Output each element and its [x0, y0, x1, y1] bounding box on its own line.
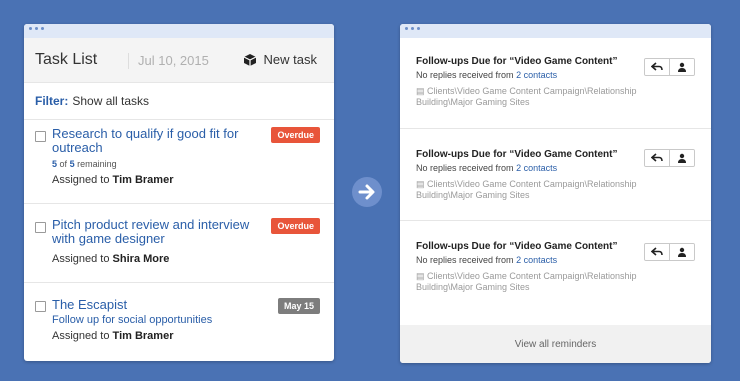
view-all-reminders-button[interactable]: View all reminders [400, 325, 711, 363]
reminder-title: Follow-ups Due for “Video Game Content” [416, 241, 618, 252]
task-remaining: 5 of 5 remaining [52, 159, 117, 169]
date-badge: May 15 [277, 298, 320, 314]
reminder-item: Follow-ups Due for “Video Game Content” … [400, 38, 711, 129]
page-title: Task List [35, 51, 98, 68]
reminder-path: ▤ Clients\Video Game Content Campaign\Re… [416, 86, 637, 107]
folder-icon: ▤ [416, 179, 425, 189]
reminder-title: Follow-ups Due for “Video Game Content” [416, 149, 618, 160]
reminders-panel: Follow-ups Due for “Video Game Content” … [400, 24, 711, 363]
cube-icon [243, 53, 256, 66]
new-task-label: New task [263, 52, 317, 67]
contact-button[interactable] [669, 59, 694, 75]
filter-label: Filter: [35, 94, 69, 108]
arrow-right-icon [352, 177, 382, 207]
reminder-subtitle: No replies received from 2 contacts [416, 255, 558, 265]
reply-icon [651, 247, 663, 256]
reply-button[interactable] [645, 150, 669, 166]
contact-button[interactable] [669, 244, 694, 260]
reply-icon [651, 153, 663, 162]
window-chrome [24, 24, 334, 38]
reminder-item: Follow-ups Due for “Video Game Content” … [400, 221, 711, 325]
task-title[interactable]: Research to qualify if good fit for outr… [52, 127, 262, 155]
list-item: Research to qualify if good fit for outr… [24, 120, 334, 204]
task-assignee: Assigned to Tim Bramer [52, 330, 174, 342]
task-assignee: Assigned to Shira More [52, 253, 170, 265]
contacts-link[interactable]: 2 contacts [516, 255, 557, 265]
contacts-link[interactable]: 2 contacts [516, 163, 557, 173]
task-title[interactable]: Pitch product review and interview with … [52, 218, 262, 246]
reminder-item: Follow-ups Due for “Video Game Content” … [400, 129, 711, 221]
task-checkbox[interactable] [35, 222, 46, 233]
folder-icon: ▤ [416, 86, 425, 96]
task-title[interactable]: The Escapist [52, 298, 262, 312]
person-icon [678, 62, 686, 72]
reminder-path: ▤ Clients\Video Game Content Campaign\Re… [416, 179, 637, 200]
task-assignee: Assigned to Tim Bramer [52, 174, 174, 186]
reminder-title: Follow-ups Due for “Video Game Content” [416, 56, 618, 67]
list-item: Pitch product review and interview with … [24, 204, 334, 283]
reminder-subtitle: No replies received from 2 contacts [416, 70, 558, 80]
window-chrome [400, 24, 711, 38]
person-icon [678, 153, 686, 163]
task-checkbox[interactable] [35, 131, 46, 142]
task-list-header: Task List Jul 10, 2015 New task [24, 38, 334, 83]
filter-value[interactable]: Show all tasks [72, 94, 149, 108]
reminder-subtitle: No replies received from 2 contacts [416, 163, 558, 173]
reminder-actions [644, 58, 695, 76]
person-icon [678, 247, 686, 257]
reminder-actions [644, 149, 695, 167]
list-item: The Escapist May 15 Follow up for social… [24, 283, 334, 361]
folder-icon: ▤ [416, 271, 425, 281]
task-subtitle[interactable]: Follow up for social opportunities [52, 314, 212, 326]
filter-row[interactable]: Filter: Show all tasks [24, 83, 334, 120]
task-list-date: Jul 10, 2015 [138, 53, 209, 68]
reminder-path: ▤ Clients\Video Game Content Campaign\Re… [416, 271, 637, 292]
status-badge: Overdue [271, 218, 320, 234]
task-list-panel: Task List Jul 10, 2015 New task Filter: … [24, 24, 334, 361]
reply-button[interactable] [645, 59, 669, 75]
divider [128, 53, 129, 69]
new-task-button[interactable]: New task [243, 52, 317, 67]
reminder-actions [644, 243, 695, 261]
status-badge: Overdue [271, 127, 320, 143]
reply-icon [651, 62, 663, 71]
task-checkbox[interactable] [35, 301, 46, 312]
contacts-link[interactable]: 2 contacts [516, 70, 557, 80]
contact-button[interactable] [669, 150, 694, 166]
reply-button[interactable] [645, 244, 669, 260]
